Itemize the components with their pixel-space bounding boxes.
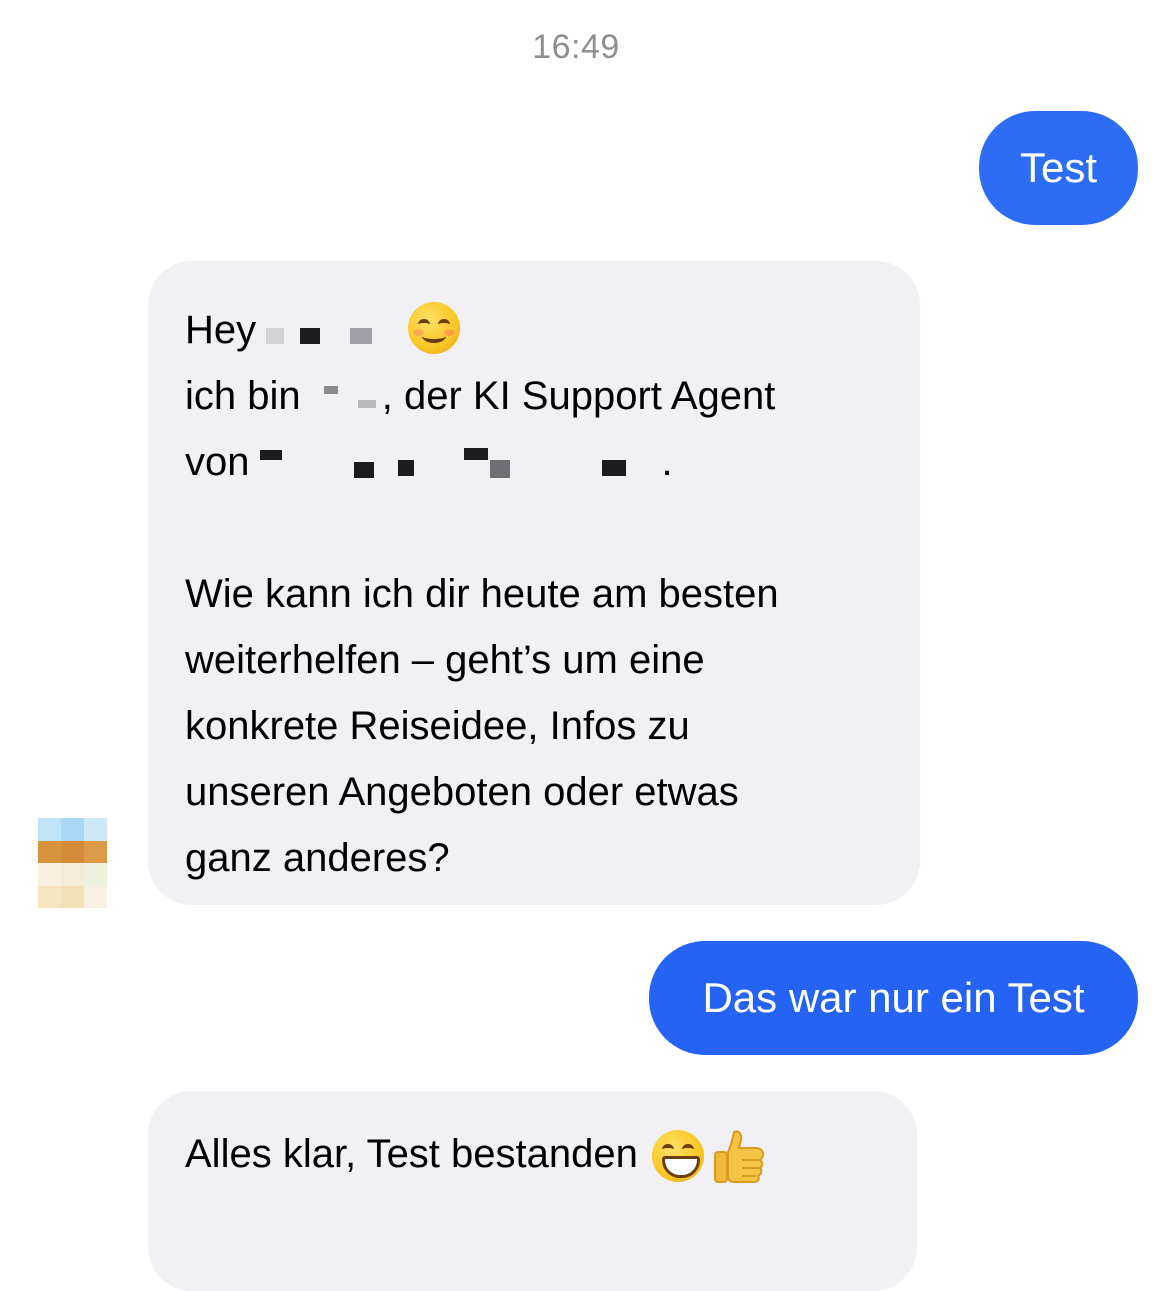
grinning-face-icon [651,1130,704,1183]
message-line: unseren Angeboten oder etwas [185,770,739,814]
redacted-company-block [250,444,662,484]
message-text: von [185,440,250,484]
message-text: ich bin [185,374,301,418]
redacted-name-block [306,378,382,418]
message-text: , der KI Support Agent [381,374,776,418]
agent-avatar[interactable] [38,818,107,908]
message-text: Hey [185,308,257,352]
outgoing-message-bubble[interactable]: Test [979,111,1138,225]
incoming-message-bubble[interactable]: Hey ich bin , der KI Support Agent von .… [148,261,920,905]
incoming-message-bubble[interactable]: Alles klar, Test bestanden [148,1091,917,1291]
message-line: von . [185,429,886,495]
redacted-name-block [256,312,386,352]
message-line: weiterhelfen – geht’s um eine [185,638,705,682]
message-text: . [661,440,673,484]
message-text: Alles klar, Test bestanden [185,1132,638,1176]
message-line: Wie kann ich dir heute am besten [185,572,779,616]
thumbs-up-icon [712,1128,766,1184]
smiling-face-icon [408,302,461,355]
message-text: Test [1019,144,1098,191]
message-timestamp: 16:49 [532,28,620,66]
outgoing-message-bubble[interactable]: Das war nur ein Test [649,941,1138,1055]
message-line: ich bin , der KI Support Agent [185,363,886,429]
message-line: Alles klar, Test bestanden [185,1121,883,1187]
message-text: Das war nur ein Test [702,974,1085,1021]
message-line: Hey [185,297,886,363]
message-line: konkrete Reiseidee, Infos zu [185,704,690,748]
message-line: ganz anderes? [185,836,450,880]
